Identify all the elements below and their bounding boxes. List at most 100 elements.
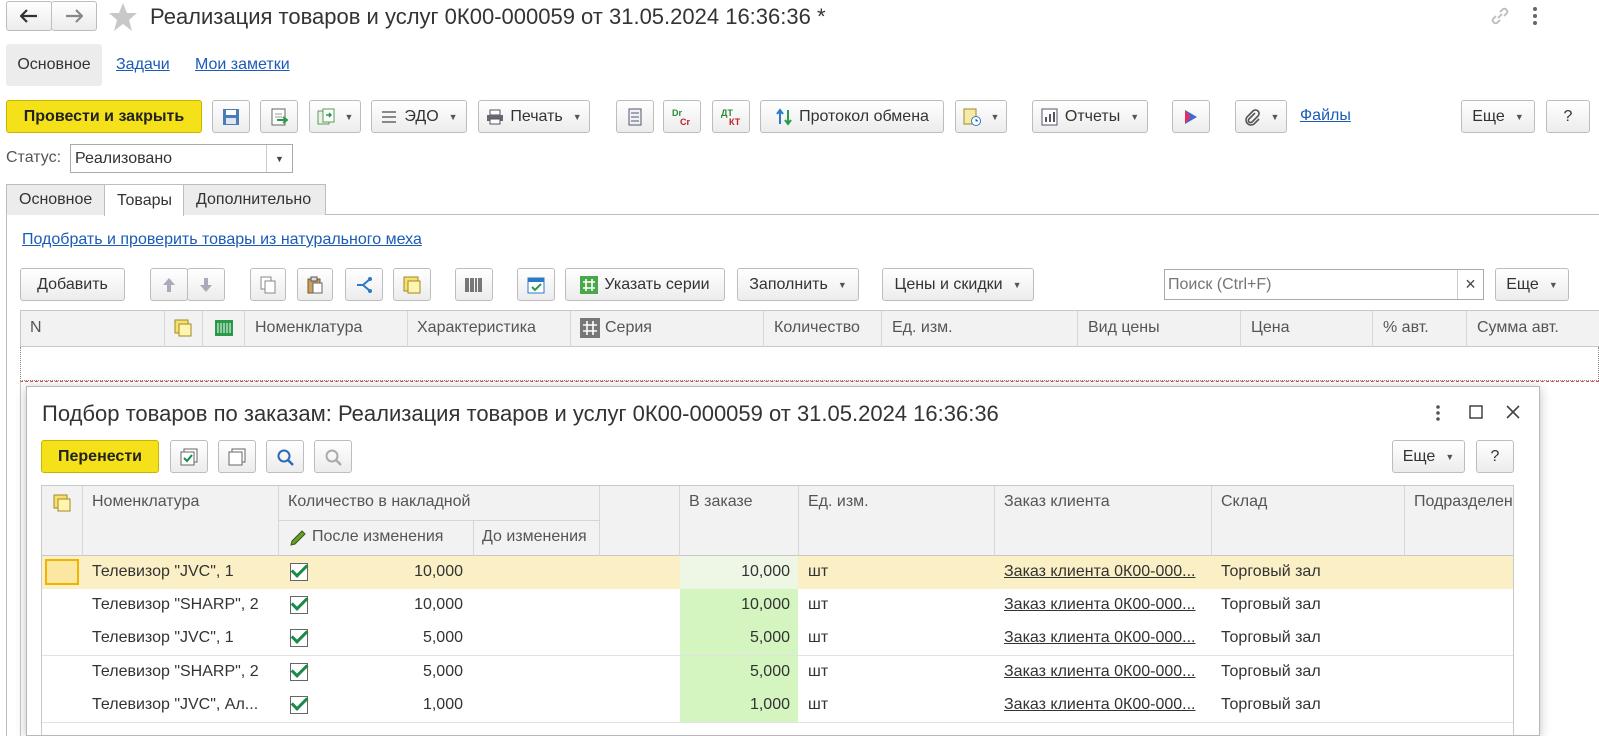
row-warehouse: Торговый зал <box>1221 563 1321 580</box>
copy-button[interactable] <box>250 268 286 301</box>
check-list-button[interactable] <box>517 268 555 301</box>
tab-additional[interactable]: Дополнительно <box>183 184 326 215</box>
dialog-col-before[interactable]: До изменения <box>482 528 587 546</box>
search-field[interactable]: × <box>1164 269 1484 300</box>
row-customer-order-link[interactable]: Заказ клиента 0К00-000... <box>1004 663 1204 681</box>
goods-col-auto-percent[interactable]: % авт. <box>1383 319 1429 337</box>
attachments-button[interactable]: ▼ <box>955 100 1007 133</box>
row-qty-after[interactable]: 1,000 <box>322 696 463 714</box>
nav-tab-main[interactable]: Основное <box>6 44 102 86</box>
forward-button[interactable] <box>51 1 97 31</box>
close-icon[interactable] <box>1505 404 1521 420</box>
dialog-table-row[interactable]: Телевизор "JVC", 1 5,000 5,000 шт Заказ клие… <box>42 622 1513 656</box>
row-customer-order-link[interactable]: Заказ клиента 0К00-000... <box>1004 563 1204 581</box>
dialog-table-row[interactable]: Телевизор "JVC", Ал... 1,000 1,000 шт Заказ … <box>42 689 1513 723</box>
dialog-table-row[interactable]: Телевизор "SHARP", 2 10,000 10,000 шт Заказ … <box>42 589 1513 623</box>
goods-col-auto-sum[interactable]: Сумма авт. <box>1477 319 1559 337</box>
magnifier-disabled-icon <box>324 448 342 466</box>
print-button[interactable]: Печать ▼ <box>478 100 590 133</box>
add-button[interactable]: Добавить <box>20 268 125 301</box>
link-icon[interactable] <box>1490 6 1510 26</box>
fur-check-link[interactable]: Подобрать и проверить товары из натураль… <box>22 231 422 249</box>
cancel-find-button[interactable] <box>314 440 352 473</box>
uncheck-all-button[interactable] <box>218 440 256 473</box>
search-input[interactable] <box>1165 274 1457 295</box>
nav-tab-tasks[interactable]: Задачи <box>116 56 170 74</box>
post-and-close-button[interactable]: Провести и закрыть <box>6 100 202 133</box>
reports-button[interactable]: Отчеты ▼ <box>1032 100 1148 133</box>
prices-discounts-button[interactable]: Цены и скидки ▼ <box>882 268 1034 301</box>
goods-col-quantity[interactable]: Количество <box>774 319 860 337</box>
more-vertical-icon[interactable] <box>1528 6 1542 26</box>
row-qty-after[interactable]: 5,000 <box>322 663 463 681</box>
goods-more-button[interactable]: Еще ▼ <box>1495 268 1569 301</box>
dialog-col-qty-invoice[interactable]: Количество в накладной <box>288 493 470 511</box>
goods-col-series[interactable]: Серия <box>605 319 652 337</box>
dialog-col-order[interactable]: Заказ клиента <box>1004 493 1110 511</box>
row-qty-after[interactable]: 5,000 <box>322 629 463 647</box>
move-down-button[interactable] <box>187 268 225 301</box>
barcode-button[interactable] <box>455 268 493 301</box>
dialog-col-unit[interactable]: Ед. изм. <box>808 493 869 511</box>
goods-col-price[interactable]: Цена <box>1251 319 1289 337</box>
dialog-more-button[interactable]: Еще ▼ <box>1392 440 1465 473</box>
post-button[interactable] <box>260 100 298 133</box>
row-checkbox[interactable] <box>290 596 308 614</box>
move-up-button[interactable] <box>150 268 188 301</box>
transfer-button[interactable]: Перенести <box>41 440 159 473</box>
row-qty-after[interactable]: 10,000 <box>322 563 463 581</box>
dialog-col-division[interactable]: Подразделен <box>1414 493 1513 511</box>
list-button[interactable] <box>616 100 654 133</box>
arrow-down-icon <box>199 277 213 293</box>
row-qty-after[interactable]: 10,000 <box>322 596 463 614</box>
row-unit: шт <box>808 563 829 580</box>
select-button[interactable] <box>393 268 431 301</box>
exchange-log-button[interactable]: Протокол обмена <box>760 100 944 133</box>
set-series-button[interactable]: Указать серии <box>565 268 725 301</box>
more-button[interactable]: Еще ▼ <box>1461 100 1535 133</box>
bot-button[interactable] <box>1172 100 1210 133</box>
row-checkbox[interactable] <box>290 563 308 581</box>
nav-tab-notes[interactable]: Мои заметки <box>195 56 290 74</box>
dialog-table-row[interactable]: Телевизор "SHARP", 2 5,000 5,000 шт Заказ кл… <box>42 656 1513 690</box>
row-checkbox[interactable] <box>290 629 308 647</box>
dialog-col-after[interactable]: После изменения <box>312 528 443 546</box>
goods-col-n[interactable]: N <box>30 319 42 337</box>
help-button[interactable]: ? <box>1546 100 1590 133</box>
row-checkbox[interactable] <box>290 663 308 681</box>
dialog-col-nomenclature[interactable]: Номенклатура <box>92 493 199 511</box>
goods-col-characteristic[interactable]: Характеристика <box>417 319 536 337</box>
row-customer-order-link[interactable]: Заказ клиента 0К00-000... <box>1004 629 1204 647</box>
edo-button[interactable]: ЭДО ▼ <box>371 100 467 133</box>
find-button[interactable] <box>266 440 304 473</box>
fill-button[interactable]: Заполнить ▼ <box>737 268 859 301</box>
dialog-more-vertical-icon[interactable] <box>1432 404 1444 422</box>
check-all-button[interactable] <box>170 440 208 473</box>
dialog-help-button[interactable]: ? <box>1476 440 1514 473</box>
row-customer-order-link[interactable]: Заказ клиента 0К00-000... <box>1004 696 1204 714</box>
row-checkbox[interactable] <box>290 696 308 714</box>
row-customer-order-link[interactable]: Заказ клиента 0К00-000... <box>1004 596 1204 614</box>
search-clear-button[interactable]: × <box>1457 270 1483 299</box>
paste-button[interactable] <box>297 268 333 301</box>
files-link[interactable]: Файлы <box>1300 107 1351 125</box>
dialog-table-row[interactable]: Телевизор "JVC", 1 10,000 10,000 шт Заказ кл… <box>42 556 1513 590</box>
tab-main[interactable]: Основное <box>6 184 105 215</box>
save-button[interactable] <box>212 100 250 133</box>
tab-goods[interactable]: Товары <box>104 184 184 216</box>
dialog-col-warehouse[interactable]: Склад <box>1221 493 1267 511</box>
status-select[interactable]: Реализовано ▼ <box>70 144 293 173</box>
goods-col-unit[interactable]: Ед. изм. <box>892 319 953 337</box>
back-button[interactable] <box>6 1 52 31</box>
dialog-col-in-order[interactable]: В заказе <box>689 493 752 511</box>
dr-cr-button[interactable]: Dr Cr <box>663 100 701 133</box>
share-button[interactable] <box>345 268 383 301</box>
dt-kt-button[interactable]: ДТ КТ <box>712 100 750 133</box>
chevron-down-icon[interactable]: ▼ <box>266 145 292 172</box>
goods-col-price-type[interactable]: Вид цены <box>1088 319 1160 337</box>
goods-col-nomenclature[interactable]: Номенклатура <box>255 319 362 337</box>
maximize-icon[interactable] <box>1469 405 1483 419</box>
star-icon[interactable] <box>108 2 138 32</box>
attach-file-button[interactable]: ▼ <box>1235 100 1287 133</box>
create-based-on-button[interactable]: ▼ <box>309 100 361 133</box>
